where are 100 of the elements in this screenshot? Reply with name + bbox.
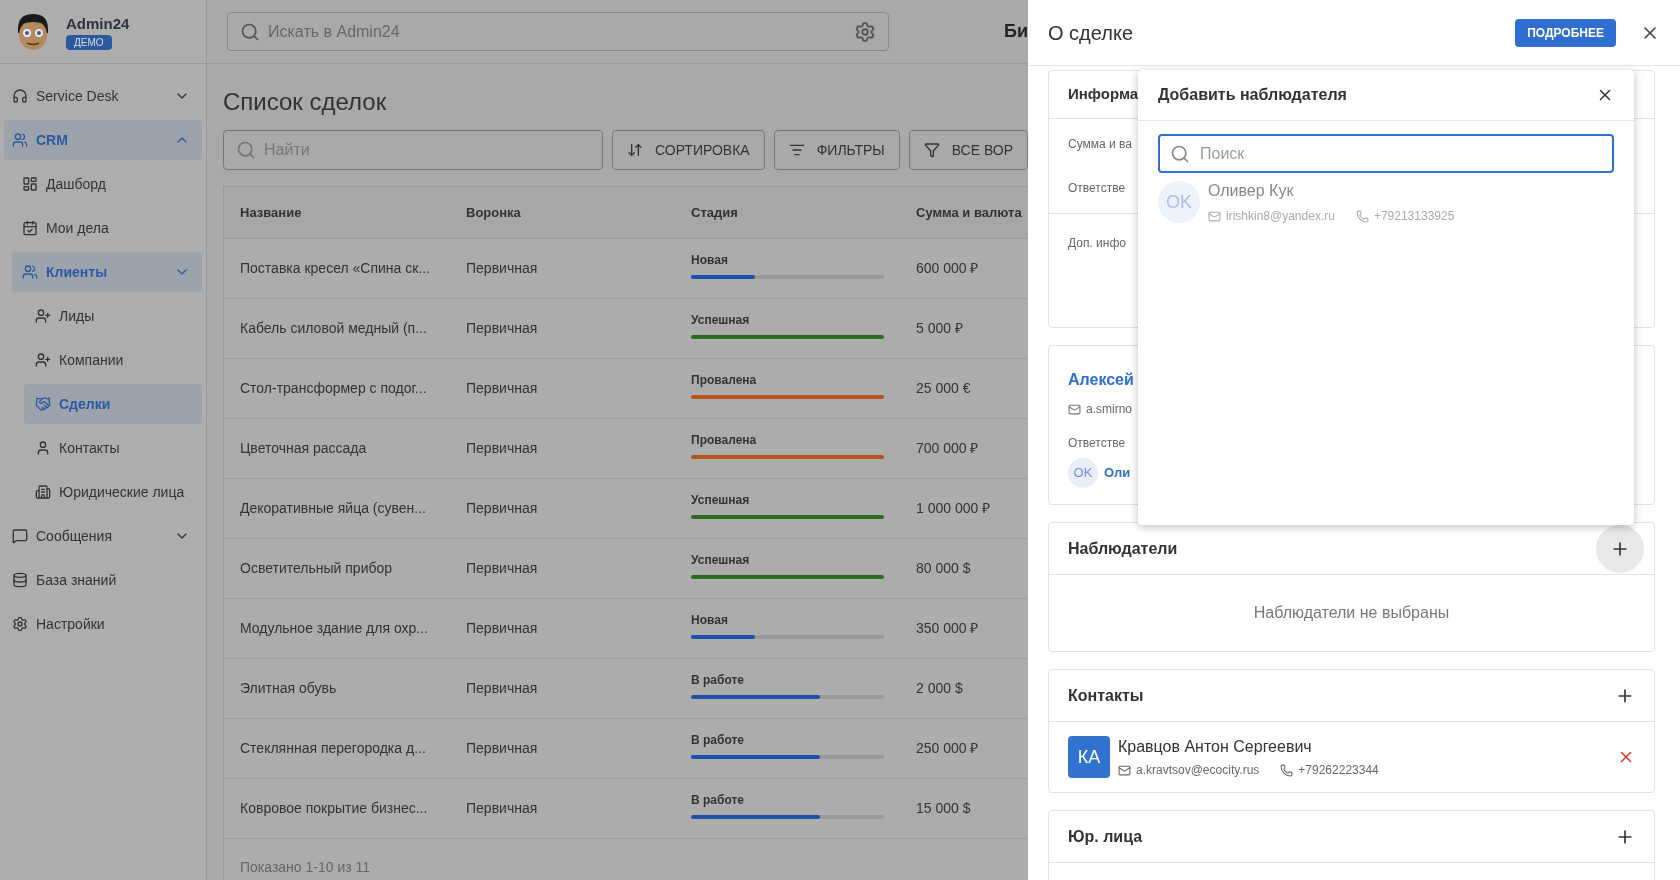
sidebar-item[interactable]: Контакты: [24, 428, 202, 468]
filter-lines-icon: [788, 142, 805, 158]
search-icon: [1170, 144, 1190, 164]
dialog-title: Добавить наблюдателя: [1158, 85, 1348, 105]
table-cell-text: 250 000 ₽: [916, 739, 980, 758]
column-header: Воронка: [466, 203, 522, 222]
table-cell-text: Первичная: [466, 739, 539, 758]
card-title: Юр. лица: [1068, 826, 1144, 847]
table-cell-text: Первичная: [466, 259, 539, 278]
field-label: Ответстве: [1068, 180, 1126, 197]
table-cell-text: Первичная: [466, 499, 539, 518]
calendar-check-icon: [22, 220, 38, 236]
table-cell-text: Модульное здание для охр...: [239, 619, 429, 638]
phone-icon: [1355, 209, 1369, 223]
people-icon: [12, 132, 28, 148]
drawer-title: О сделке: [1048, 20, 1134, 46]
building-icon: [35, 484, 51, 500]
table-cell-text: 5 000 ₽: [916, 319, 964, 338]
settings-icon[interactable]: [854, 20, 876, 43]
table-cell-text: Первичная: [466, 379, 539, 398]
people-icon: [22, 264, 38, 280]
sidebar-item[interactable]: Настройки: [4, 604, 202, 644]
avatar-initials: OK: [1068, 458, 1098, 488]
sidebar-item[interactable]: Юридические лица: [24, 472, 202, 512]
column-header: Сумма и валюта: [916, 203, 1023, 222]
pagination-text: Показано 1-10 из 11: [240, 857, 371, 877]
demo-badge: ДЕМО: [66, 35, 112, 51]
result-name: Оливер Кук: [1208, 181, 1295, 201]
toolbar-button[interactable]: ВСЕ ВОР: [908, 130, 1028, 170]
table-cell-text: Первичная: [466, 439, 539, 458]
stage-label: Провалена: [691, 431, 758, 449]
mail-icon: [1208, 209, 1221, 223]
handshake-icon: [35, 396, 51, 412]
table-cell-text: Первичная: [466, 799, 539, 818]
person-icon: [35, 440, 51, 456]
table-cell-text: 25 000 €: [916, 379, 972, 398]
sidebar-item[interactable]: Дашборд: [12, 164, 202, 204]
header-text: Би: [1004, 20, 1028, 43]
table-cell-text: Элитная обувь: [239, 679, 338, 698]
details-button[interactable]: ПОДРОБНЕЕ: [1515, 18, 1616, 47]
mail-icon: [1118, 763, 1131, 777]
table-cell-text: Первичная: [466, 319, 539, 338]
page-title: Список сделок: [223, 87, 388, 117]
stage-label: В работе: [691, 791, 745, 809]
stage-label: Успешная: [691, 491, 751, 509]
sidebar-item[interactable]: Сообщения: [4, 516, 202, 556]
client-email: a.smirno: [1086, 401, 1132, 418]
sidebar-item[interactable]: Лиды: [24, 296, 202, 336]
result-item[interactable]: OK Оливер Кук irishkin8@yandex.ru +79213133925: [1158, 179, 1614, 225]
table-cell-text: Кабель силовой медный (п...: [239, 319, 428, 338]
observer-search-field[interactable]: Поиск: [1158, 134, 1614, 173]
person-link[interactable]: Оли: [1104, 463, 1131, 483]
avatar-initials: OK: [1158, 181, 1200, 223]
table-cell-text: Цветочная рассада: [239, 439, 368, 458]
mail-icon: [1068, 402, 1081, 416]
app-name: Admin24: [66, 13, 130, 34]
field-label: Ответстве: [1068, 435, 1126, 452]
field-label: Сумма и ва: [1068, 136, 1132, 153]
stage-label: Успешная: [691, 551, 751, 569]
person-add-icon: [35, 308, 51, 324]
sidebar-item[interactable]: Компании: [24, 340, 202, 380]
sidebar-item[interactable]: База знаний: [4, 560, 202, 600]
stage-label: Успешная: [691, 311, 751, 329]
gear-icon: [12, 616, 28, 632]
card-title: Информа: [1068, 84, 1139, 105]
contact-email: a.kravtsov@ecocity.rus: [1136, 762, 1260, 779]
contact-name: Кравцов Антон Сергеевич: [1118, 737, 1313, 757]
table-cell-text: Ковровое покрытие бизнес...: [239, 799, 429, 818]
chat-bubble-icon: [12, 528, 28, 544]
phone-icon: [1280, 763, 1294, 777]
table-cell-text: Первичная: [466, 679, 539, 698]
table-cell-text: Стеклянная перегородка д...: [239, 739, 427, 758]
field-label: Доп. инфо: [1068, 235, 1126, 252]
person-add-icon: [35, 352, 51, 368]
table-cell-text: Декоративные яйца (сувен...: [239, 499, 427, 518]
result-email: irishkin8@yandex.ru: [1226, 208, 1335, 225]
stage-label: Новая: [691, 611, 729, 629]
toolbar-button[interactable]: СОРТИРОВКА: [611, 130, 765, 170]
table-cell-text: Первичная: [466, 559, 539, 578]
sidebar-item[interactable]: Service Desk: [4, 76, 202, 116]
sort-icon: [626, 142, 643, 158]
result-phone: +79213133925: [1373, 208, 1455, 225]
card-title: Наблюдатели: [1068, 538, 1179, 559]
table-cell-text: 2 000 $: [916, 679, 964, 698]
sidebar-item[interactable]: Мои дела: [12, 208, 202, 248]
table-cell-text: Стол-трансформер с подог...: [239, 379, 428, 398]
table-cell-text: 600 000 ₽: [916, 259, 980, 278]
table-cell-text: 700 000 ₽: [916, 439, 980, 458]
database-icon: [12, 572, 28, 588]
table-cell-text: 80 000 $: [916, 559, 972, 578]
table-cell-text: 1 000 000 ₽: [916, 499, 992, 518]
table-cell-text: Осветительный прибор: [239, 559, 394, 578]
table-cell-text: 15 000 $: [916, 799, 972, 818]
search-icon: [240, 21, 260, 42]
toolbar-button[interactable]: ФИЛЬТРЫ: [773, 130, 900, 170]
avatar-initials: КА: [1068, 736, 1110, 778]
headphones-icon: [12, 88, 28, 104]
stage-label: В работе: [691, 671, 745, 689]
stage-label: Провалена: [691, 371, 758, 389]
stage-label: В работе: [691, 731, 745, 749]
